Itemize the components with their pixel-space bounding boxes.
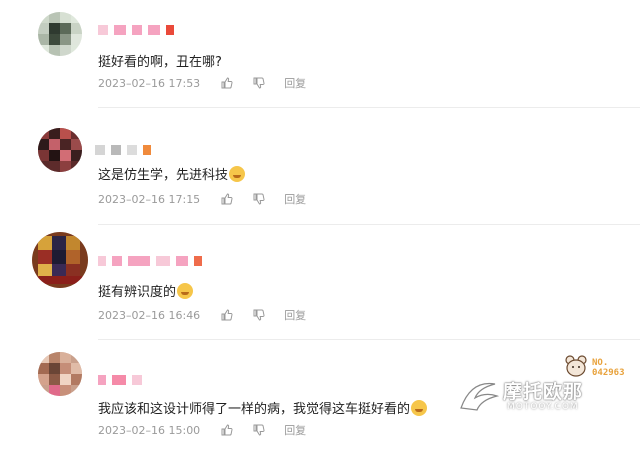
thumb-down-icon[interactable] bbox=[252, 192, 266, 206]
comment-meta: 2023–02–16 17:53 回复 bbox=[98, 75, 306, 91]
divider bbox=[98, 339, 640, 340]
comment-time: 2023–02–16 15:00 bbox=[98, 423, 201, 437]
reply-button[interactable]: 回复 bbox=[284, 307, 306, 323]
watermark-subtext: MOTOOY.COM bbox=[507, 402, 579, 412]
username-blurred[interactable] bbox=[98, 20, 180, 35]
badge-line1: NO. bbox=[592, 358, 609, 368]
avatar[interactable] bbox=[38, 128, 82, 172]
username-blurred[interactable] bbox=[95, 140, 157, 155]
badge-number: NO. 042963 bbox=[592, 358, 625, 378]
reply-button[interactable]: 回复 bbox=[284, 422, 306, 438]
thumb-down-icon[interactable] bbox=[252, 423, 266, 437]
comment-meta: 2023–02–16 15:00 回复 bbox=[98, 422, 306, 438]
username-blurred[interactable] bbox=[98, 251, 208, 266]
badge-line2: 042963 bbox=[592, 368, 625, 378]
comment-time: 2023–02–16 17:53 bbox=[98, 76, 201, 90]
avatar[interactable] bbox=[38, 12, 82, 56]
face-savoring-emoji bbox=[229, 166, 246, 182]
reply-button[interactable]: 回复 bbox=[284, 75, 306, 91]
thumb-down-icon[interactable] bbox=[252, 76, 266, 90]
comment-text: 我应该和这设计师得了一样的病，我觉得这车挺好看的 bbox=[98, 398, 428, 417]
comment-time: 2023–02–16 16:46 bbox=[98, 308, 201, 322]
divider bbox=[98, 224, 640, 225]
thumb-up-icon[interactable] bbox=[220, 423, 234, 437]
rolling-laughing-emoji bbox=[177, 283, 194, 299]
avatar[interactable] bbox=[38, 352, 82, 396]
thumb-down-icon[interactable] bbox=[252, 308, 266, 322]
divider bbox=[98, 107, 640, 108]
thumb-up-icon[interactable] bbox=[220, 308, 234, 322]
cat-emoji bbox=[411, 400, 428, 416]
site-logo-icon bbox=[460, 382, 500, 411]
site-watermark: 摩托欧那 MOTOOY.COM NO. 042963 bbox=[455, 352, 635, 422]
thumb-up-icon[interactable] bbox=[220, 76, 234, 90]
comment-text: 这是仿生学，先进科技 bbox=[98, 164, 246, 183]
comment-text: 挺好看的啊，丑在哪? bbox=[98, 55, 222, 70]
username-blurred[interactable] bbox=[98, 370, 148, 385]
watermark-brand: 摩托欧那 bbox=[503, 381, 584, 403]
comment-meta: 2023–02–16 17:15 回复 bbox=[98, 191, 306, 207]
thumb-up-icon[interactable] bbox=[220, 192, 234, 206]
bear-icon bbox=[565, 355, 587, 377]
comment-time: 2023–02–16 17:15 bbox=[98, 192, 201, 206]
comment-meta: 2023–02–16 16:46 回复 bbox=[98, 307, 306, 323]
comment-text: 挺有辨识度的 bbox=[98, 281, 194, 300]
reply-button[interactable]: 回复 bbox=[284, 191, 306, 207]
avatar[interactable] bbox=[32, 232, 88, 288]
